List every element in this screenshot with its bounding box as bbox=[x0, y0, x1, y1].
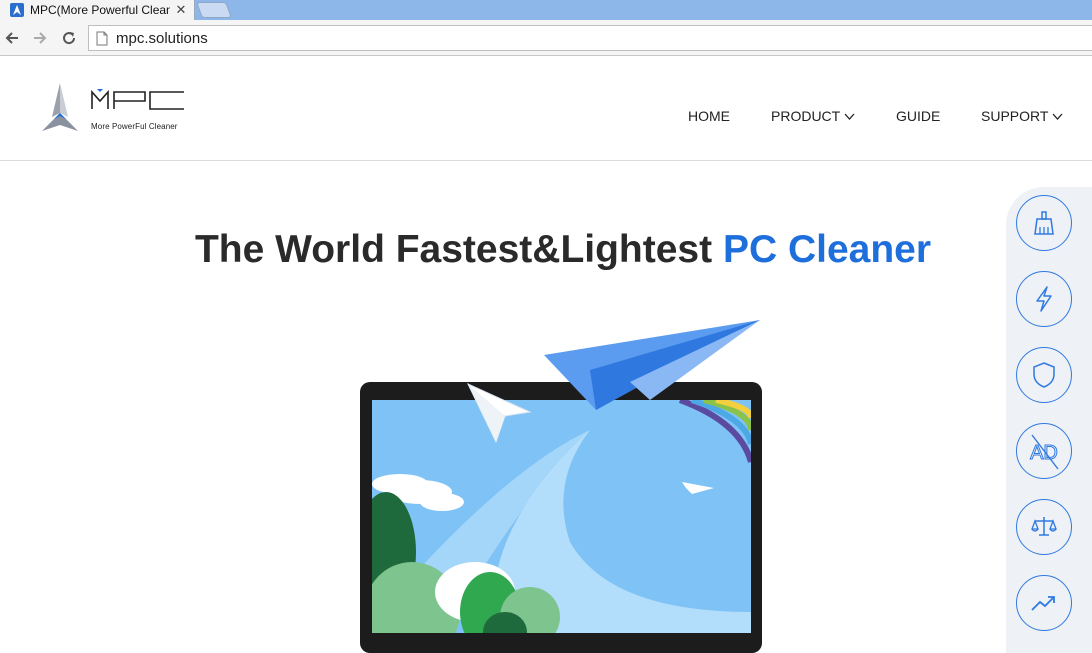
nav-guide-label: GUIDE bbox=[896, 108, 941, 124]
reload-icon[interactable] bbox=[59, 28, 79, 48]
hero-title-accent: PC Cleaner bbox=[722, 228, 932, 271]
tab-title: MPC(More Powerful Clean bbox=[30, 3, 170, 17]
lightning-boost-icon bbox=[1036, 286, 1052, 312]
balance-scale-icon bbox=[1031, 517, 1057, 536]
hero-illustration bbox=[300, 312, 820, 653]
url-text: mpc.solutions bbox=[116, 29, 208, 47]
address-bar[interactable]: mpc.solutions bbox=[88, 25, 1092, 51]
back-arrow-icon[interactable] bbox=[2, 28, 22, 48]
mpc-favicon-icon bbox=[10, 3, 24, 17]
hero-title: The World Fastest&Lightest PC Cleaner bbox=[0, 228, 1092, 272]
browser-tabstrip: MPC(More Powerful Clean ✕ bbox=[0, 0, 1092, 20]
laptop-paper-plane-illustration bbox=[360, 320, 762, 653]
rail-clean-button[interactable] bbox=[1016, 195, 1072, 251]
rail-balance-button[interactable] bbox=[1016, 499, 1072, 555]
browser-toolbar: mpc.solutions bbox=[0, 20, 1092, 56]
rail-protect-button[interactable] bbox=[1016, 347, 1072, 403]
chevron-down-icon bbox=[844, 113, 855, 120]
mpc-logo[interactable]: More PowerFul Cleaner bbox=[40, 83, 190, 133]
nav-product-label: PRODUCT bbox=[771, 108, 841, 124]
ad-block-icon: AD bbox=[1030, 434, 1059, 470]
broom-clean-icon bbox=[1034, 211, 1054, 235]
rail-adblock-button[interactable]: AD bbox=[1016, 423, 1072, 479]
site-header: More PowerFul Cleaner HOME PRODUCT GUIDE… bbox=[0, 56, 1092, 161]
nav-support-label: SUPPORT bbox=[981, 108, 1049, 124]
browser-tab[interactable]: MPC(More Powerful Clean ✕ bbox=[0, 0, 195, 20]
nav-product[interactable]: PRODUCT bbox=[771, 108, 855, 124]
nav-home[interactable]: HOME bbox=[688, 108, 730, 124]
new-tab-button[interactable] bbox=[196, 2, 232, 18]
side-tool-rail: AD bbox=[1006, 187, 1092, 653]
nav-support[interactable]: SUPPORT bbox=[981, 108, 1063, 124]
forward-arrow-icon[interactable] bbox=[30, 28, 50, 48]
logo-tagline: More PowerFul Cleaner bbox=[91, 122, 178, 131]
tab-close-icon[interactable]: ✕ bbox=[174, 2, 188, 18]
rail-trend-button[interactable] bbox=[1016, 575, 1072, 631]
nav-guide[interactable]: GUIDE bbox=[896, 108, 940, 124]
nav-home-label: HOME bbox=[688, 108, 730, 124]
trend-chart-icon bbox=[1031, 596, 1055, 611]
hero-title-main: The World Fastest&Lightest bbox=[194, 228, 723, 271]
chevron-down-icon bbox=[1052, 113, 1063, 120]
shield-protect-icon bbox=[1033, 362, 1055, 388]
rail-boost-button[interactable] bbox=[1016, 271, 1072, 327]
ad-label: AD bbox=[1030, 442, 1058, 464]
page-icon bbox=[96, 30, 110, 46]
